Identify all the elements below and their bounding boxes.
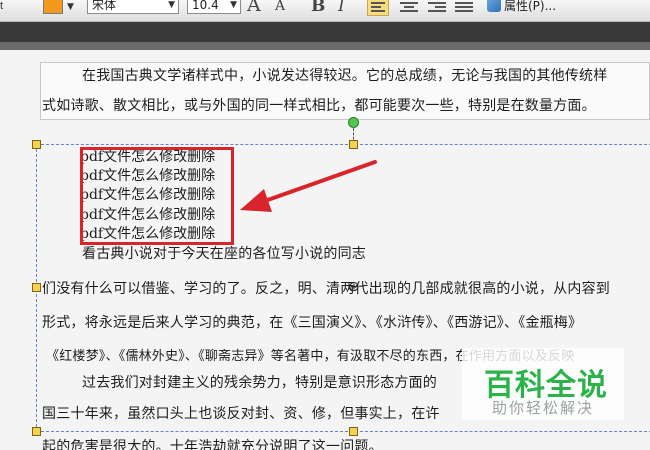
paragraph-line: 看古典小说对于今天在座的各位写小说的同志 xyxy=(82,246,366,262)
paragraph-line: 们没有什么可以借鉴、学习的了。反之，明、清两代出现的几部成就很高的小说，从内容到 xyxy=(42,281,610,297)
logo-subtitle: 助你轻松解决 xyxy=(492,399,595,417)
paragraph-line: 国三十年来，虽然口头上也谈反对封、资、修，但事实上，在许 xyxy=(42,406,440,422)
watermark-logo: 百科全说 助你轻松解决 xyxy=(462,348,624,420)
paragraph-line: 过去我们对封建主义的残余势力，特别是意识形态方面的 xyxy=(82,375,437,391)
paragraph-line: 形式，将永远是后来人学习的典范，在《三国演义》、《水浒传》、《西游记》、《金瓶梅… xyxy=(42,315,583,331)
move-cursor-icon: ⊕ xyxy=(348,279,360,295)
paragraph-line: 起的危害是很大的。十年浩劫就充分说明了这一问题。 xyxy=(42,439,383,450)
